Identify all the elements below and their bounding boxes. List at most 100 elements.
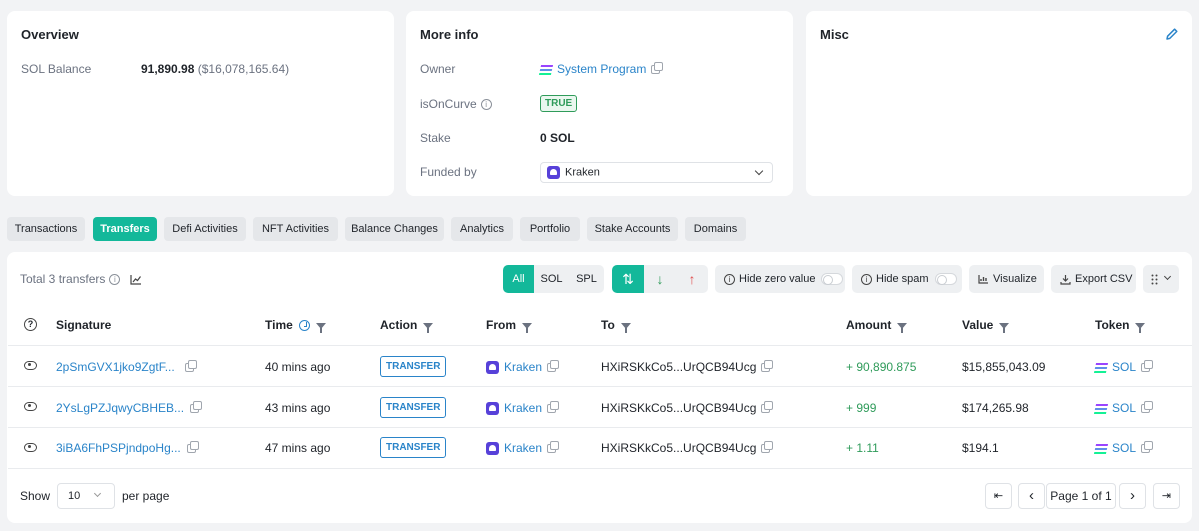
hide-spam-label: Hide spam: [876, 273, 929, 285]
tab-transfers[interactable]: Transfers: [93, 217, 157, 241]
toggle-switch[interactable]: [934, 273, 957, 286]
copy-icon[interactable]: [190, 401, 203, 414]
header-action[interactable]: Action: [380, 318, 434, 333]
header-value[interactable]: Value: [962, 318, 1010, 333]
copy-icon[interactable]: [1141, 441, 1154, 454]
action-badge: TRANSFER: [380, 356, 447, 377]
header-to[interactable]: To: [601, 318, 631, 333]
signature-link[interactable]: 2pSmGVX1jko9ZgtF...: [56, 360, 175, 374]
pencil-icon[interactable]: [1165, 27, 1179, 41]
export-csv-button[interactable]: Export CSV: [1051, 265, 1136, 293]
copy-icon[interactable]: [651, 62, 664, 75]
header-from-label: From: [486, 318, 516, 332]
copy-icon[interactable]: [547, 360, 560, 373]
header-time-label: Time: [265, 318, 293, 332]
from-link[interactable]: Kraken: [504, 441, 542, 455]
to-address[interactable]: HXiRSKkCo5...UrQCB94Ucg: [601, 401, 756, 415]
tab-transactions[interactable]: Transactions: [7, 217, 85, 241]
direction-out-button[interactable]: ↑: [676, 265, 708, 293]
prev-page-button[interactable]: ‹: [1018, 483, 1045, 509]
copy-icon[interactable]: [186, 441, 199, 454]
filter-icon[interactable]: [423, 322, 434, 333]
from-link[interactable]: Kraken: [504, 360, 542, 374]
token-link[interactable]: SOL: [1112, 360, 1136, 374]
token-cell: SOL: [1093, 401, 1154, 415]
owner-link[interactable]: System Program: [557, 62, 646, 76]
tab-analytics[interactable]: Analytics: [451, 217, 513, 241]
funded-by-value: Kraken: [565, 166, 600, 179]
filter-icon[interactable]: [522, 322, 532, 333]
copy-icon[interactable]: [761, 360, 774, 373]
filter-icon[interactable]: [620, 322, 631, 333]
filter-icon[interactable]: [897, 322, 908, 333]
header-amount[interactable]: Amount: [846, 318, 908, 333]
to-address[interactable]: HXiRSKkCo5...UrQCB94Ucg: [601, 360, 756, 374]
last-page-button[interactable]: ⇥: [1153, 483, 1180, 509]
clock-icon[interactable]: [298, 320, 310, 332]
hide-zero-value-toggle[interactable]: i Hide zero value: [715, 265, 845, 293]
info-icon[interactable]: i: [109, 274, 121, 286]
time-cell: 47 mins ago: [265, 441, 331, 455]
header-from[interactable]: From: [486, 318, 532, 333]
eye-icon[interactable]: [24, 361, 37, 370]
filter-icon[interactable]: [315, 322, 326, 333]
page-size-select[interactable]: 10: [57, 483, 115, 509]
visualize-label: Visualize: [993, 273, 1037, 285]
chart-icon[interactable]: [130, 274, 142, 285]
filter-spl-button[interactable]: SPL: [569, 265, 604, 293]
sol-balance-usd: ($16,078,165.64): [197, 62, 290, 76]
tab-portfolio[interactable]: Portfolio: [520, 217, 580, 241]
to-cell: HXiRSKkCo5...UrQCB94Ucg: [601, 360, 774, 374]
from-cell: Kraken: [486, 401, 560, 416]
filter-icon[interactable]: [999, 322, 1010, 333]
export-icon: [1060, 274, 1071, 285]
tab-stake-accounts[interactable]: Stake Accounts: [587, 217, 678, 241]
eye-icon[interactable]: [24, 402, 37, 411]
from-link[interactable]: Kraken: [504, 401, 542, 415]
columns-menu-button[interactable]: [1143, 265, 1179, 293]
first-page-button[interactable]: ⇤: [985, 483, 1012, 509]
next-page-button[interactable]: ›: [1119, 483, 1146, 509]
time-cell: 43 mins ago: [265, 401, 331, 415]
funded-by-select[interactable]: Kraken: [540, 162, 773, 183]
tab-defi-activities[interactable]: Defi Activities: [164, 217, 246, 241]
eye-icon[interactable]: [24, 443, 37, 452]
direction-both-button[interactable]: ⇅: [612, 265, 644, 293]
tab-balance-changes[interactable]: Balance Changes: [345, 217, 444, 241]
signature-cell: 2YsLgPZJqwyCBHEB...: [56, 401, 203, 415]
divider: [8, 468, 1192, 469]
copy-icon[interactable]: [184, 360, 197, 373]
tab-domains[interactable]: Domains: [685, 217, 746, 241]
token-link[interactable]: SOL: [1112, 441, 1136, 455]
chart-icon: [978, 275, 988, 284]
tab-nft-activities[interactable]: NFT Activities: [253, 217, 338, 241]
help-icon[interactable]: ?: [24, 318, 37, 331]
funded-by-option: Kraken: [547, 166, 600, 179]
owner-value[interactable]: System Program: [538, 62, 664, 76]
value-cell: $174,265.98: [962, 401, 1029, 415]
hide-spam-toggle[interactable]: i Hide spam: [852, 265, 962, 293]
visualize-button[interactable]: Visualize: [969, 265, 1044, 293]
header-token[interactable]: Token: [1095, 318, 1146, 333]
header-time[interactable]: Time: [265, 318, 326, 333]
filter-sol-button[interactable]: SOL: [534, 265, 569, 293]
toggle-switch[interactable]: [821, 273, 844, 286]
info-icon[interactable]: i: [480, 99, 492, 111]
token-link[interactable]: SOL: [1112, 401, 1136, 415]
filter-icon[interactable]: [1135, 322, 1146, 333]
copy-icon[interactable]: [1141, 401, 1154, 414]
copy-icon[interactable]: [547, 401, 560, 414]
per-page-label: per page: [122, 489, 170, 503]
filter-all-button[interactable]: All: [503, 265, 534, 293]
to-address[interactable]: HXiRSKkCo5...UrQCB94Ucg: [601, 441, 756, 455]
copy-icon[interactable]: [547, 441, 560, 454]
copy-icon[interactable]: [1141, 360, 1154, 373]
sol-balance-value: 91,890.98: [141, 62, 195, 76]
copy-icon[interactable]: [761, 441, 774, 454]
solana-icon: [1093, 362, 1109, 373]
copy-icon[interactable]: [761, 401, 774, 414]
signature-link[interactable]: 2YsLgPZJqwyCBHEB...: [56, 401, 184, 415]
direction-in-button[interactable]: ↓: [644, 265, 676, 293]
signature-link[interactable]: 3iBA6FhPSPjndpoHg...: [56, 441, 181, 455]
page-indicator: Page 1 of 1: [1046, 483, 1116, 509]
